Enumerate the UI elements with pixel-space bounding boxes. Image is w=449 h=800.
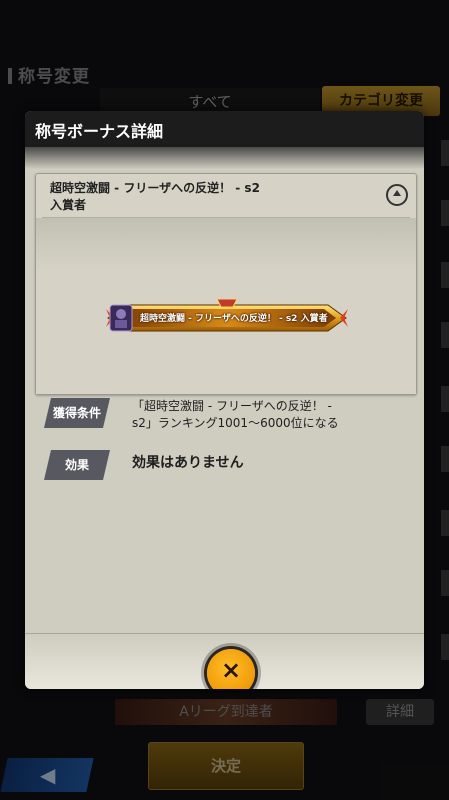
close-button[interactable]: × (207, 649, 255, 689)
title-badge: 超時空激闘 - フリーザへの反逆！ - s2 入賞者 (104, 298, 350, 337)
condition-text-line1: 「超時空激闘 - フリーザへの反逆！ - (132, 399, 332, 413)
close-icon: × (220, 656, 242, 684)
effect-text: 効果はありません (132, 455, 244, 471)
bonus-card: 超時空激闘 - フリーザへの反逆！ - s2 入賞者 超時空激闘 - フリーザへ… (35, 173, 417, 395)
condition-tag: 獲得条件 (44, 398, 110, 428)
card-divider (42, 217, 410, 218)
condition-text: 「超時空激闘 - フリーザへの反逆！ - s2」ランキング1001〜6000位に… (132, 398, 339, 432)
card-title: 超時空激闘 - フリーザへの反逆！ - s2 入賞者 (50, 180, 370, 214)
dialog-title: 称号ボーナス詳細 (35, 122, 164, 141)
card-title-line1: 超時空激闘 - フリーザへの反逆！ - s2 (50, 181, 260, 195)
badge-label: 超時空激闘 - フリーザへの反逆！ - s2 入賞者 (140, 314, 328, 324)
effect-tag: 効果 (44, 450, 110, 480)
footer-divider (25, 633, 424, 634)
header-fade (25, 147, 424, 169)
dialog-header: 称号ボーナス詳細 (25, 111, 424, 147)
condition-text-line2: s2」ランキング1001〜6000位になる (132, 416, 339, 430)
card-title-line2: 入賞者 (50, 198, 87, 212)
title-bonus-dialog: 称号ボーナス詳細 超時空激闘 - フリーザへの反逆！ - s2 入賞者 超時空激… (25, 111, 424, 689)
collapse-button[interactable] (386, 184, 408, 206)
